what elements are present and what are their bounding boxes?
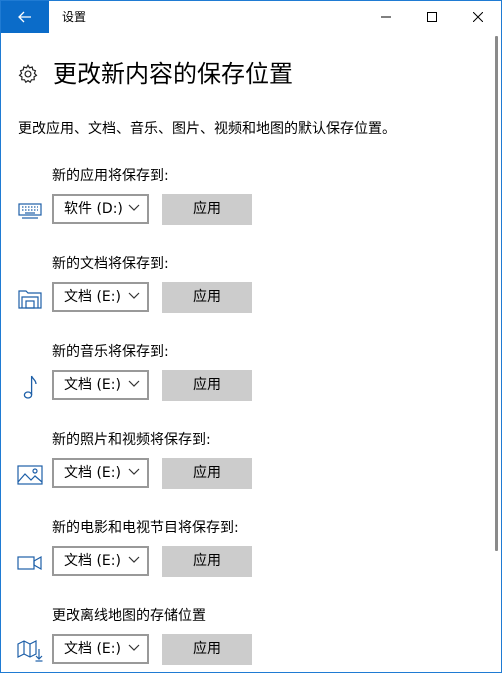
- movies-location-dropdown[interactable]: 文档 (E:): [52, 546, 149, 576]
- photos-location-dropdown[interactable]: 文档 (E:): [52, 458, 149, 488]
- title-bar: 设置: [1, 1, 501, 33]
- chevron-down-icon: [128, 380, 140, 387]
- page-description: 更改应用、文档、音乐、图片、视频和地图的默认保存位置。: [18, 121, 396, 137]
- section-label: 新的文档将保存到:: [52, 256, 169, 272]
- section-label: 更改离线地图的存储位置: [52, 608, 206, 624]
- maximize-icon: [427, 12, 437, 22]
- arrow-left-icon: [18, 11, 31, 23]
- maps-location-dropdown[interactable]: 文档 (E:): [52, 634, 149, 664]
- video-camera-icon: [17, 550, 43, 576]
- dropdown-value: 文档 (E:): [64, 641, 121, 657]
- picture-icon: [17, 462, 43, 488]
- apps-location-dropdown[interactable]: 软件 (D:): [52, 194, 149, 224]
- section-label: 新的照片和视频将保存到:: [52, 432, 211, 448]
- music-location-dropdown[interactable]: 文档 (E:): [52, 370, 149, 400]
- page-header: 更改新内容的保存位置: [17, 57, 293, 91]
- dropdown-value: 文档 (E:): [64, 553, 121, 569]
- chevron-down-icon: [128, 292, 140, 299]
- music-note-icon: [17, 374, 43, 400]
- apply-button-apps[interactable]: 应用: [162, 194, 252, 225]
- dropdown-value: 软件 (D:): [64, 201, 123, 217]
- section-label: 新的电影和电视节目将保存到:: [52, 520, 239, 536]
- apply-button-music[interactable]: 应用: [162, 370, 252, 401]
- document-folder-icon: [17, 286, 43, 312]
- dropdown-value: 文档 (E:): [64, 289, 121, 305]
- page-title: 更改新内容的保存位置: [53, 60, 293, 88]
- section-movies-tv: 新的电影和电视节目将保存到: 文档 (E:) 应用: [1, 518, 491, 588]
- page-content: 更改新内容的保存位置 更改应用、文档、音乐、图片、视频和地图的默认保存位置。 新…: [1, 33, 491, 672]
- section-documents: 新的文档将保存到: 文档 (E:) 应用: [1, 254, 491, 324]
- vertical-scrollbar[interactable]: [495, 36, 498, 551]
- section-photos-videos: 新的照片和视频将保存到: 文档 (E:) 应用: [1, 430, 491, 500]
- back-button[interactable]: [1, 1, 49, 33]
- section-label: 新的音乐将保存到:: [52, 344, 169, 360]
- dropdown-value: 文档 (E:): [64, 465, 121, 481]
- minimize-button[interactable]: [363, 1, 409, 33]
- section-offline-maps: 更改离线地图的存储位置 文档 (E:) 应用: [1, 606, 491, 672]
- monitor-icon: [17, 198, 43, 224]
- minimize-icon: [381, 16, 391, 18]
- chevron-down-icon: [128, 556, 140, 563]
- chevron-down-icon: [128, 468, 140, 475]
- chevron-down-icon: [128, 644, 140, 651]
- gear-icon: [18, 64, 38, 84]
- window-title: 设置: [62, 10, 87, 24]
- dropdown-value: 文档 (E:): [64, 377, 121, 393]
- settings-window: 设置 更改新内容的保存位置 更改应用、文档、音乐、图片、视频和地图的默认保存位置…: [0, 0, 502, 673]
- chevron-down-icon: [128, 204, 140, 211]
- apply-button-movies[interactable]: 应用: [162, 546, 252, 577]
- maximize-button[interactable]: [409, 1, 455, 33]
- apply-button-documents[interactable]: 应用: [162, 282, 252, 313]
- documents-location-dropdown[interactable]: 文档 (E:): [52, 282, 149, 312]
- map-download-icon: [17, 638, 43, 664]
- section-label: 新的应用将保存到:: [52, 168, 169, 184]
- close-icon: [473, 12, 483, 22]
- section-music: 新的音乐将保存到: 文档 (E:) 应用: [1, 342, 491, 412]
- close-button[interactable]: [455, 1, 501, 33]
- apply-button-maps[interactable]: 应用: [162, 634, 252, 665]
- apply-button-photos[interactable]: 应用: [162, 458, 252, 489]
- section-apps: 新的应用将保存到: 软件 (D:) 应用: [1, 166, 491, 236]
